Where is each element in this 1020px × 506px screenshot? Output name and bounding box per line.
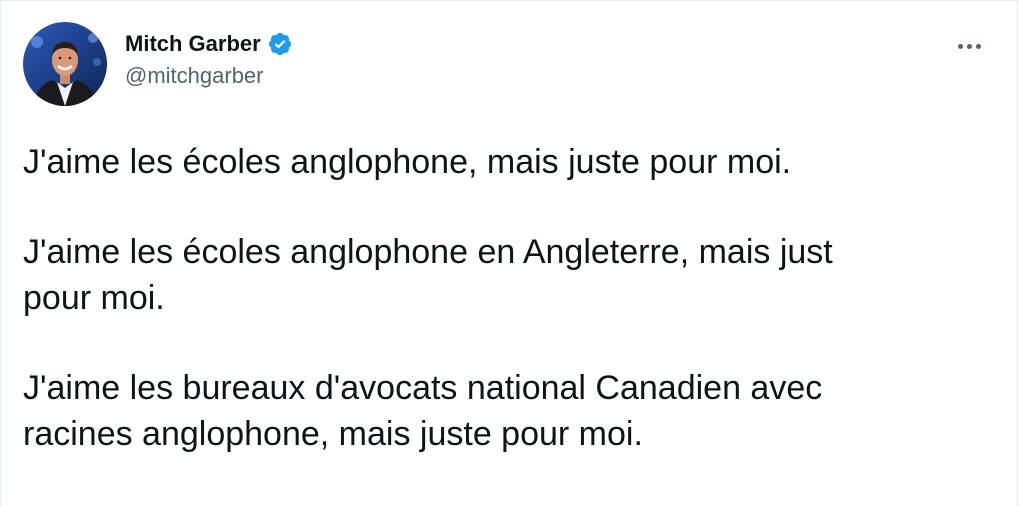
tweet-text: J'aime les écoles anglophone, mais juste… — [23, 139, 983, 457]
profile-photo-icon — [23, 22, 107, 106]
name-row: Mitch Garber — [125, 29, 293, 59]
user-handle[interactable]: @mitchgarber — [125, 63, 293, 89]
verified-badge-icon — [267, 31, 293, 57]
tweet-paragraph: J'aime les écoles anglophone en Angleter… — [23, 233, 833, 317]
tweet-paragraph: J'aime les écoles anglophone, mais juste… — [23, 143, 792, 181]
avatar[interactable] — [23, 22, 107, 106]
tweet-card: Mitch Garber @mitchgarber J'aime les éco… — [0, 0, 1018, 506]
user-info: Mitch Garber @mitchgarber — [125, 29, 293, 89]
display-name[interactable]: Mitch Garber — [125, 31, 261, 57]
more-options-button[interactable] — [953, 39, 985, 53]
more-horizontal-icon — [957, 43, 981, 49]
tweet-paragraph: J'aime les bureaux d'avocats national Ca… — [23, 369, 823, 453]
